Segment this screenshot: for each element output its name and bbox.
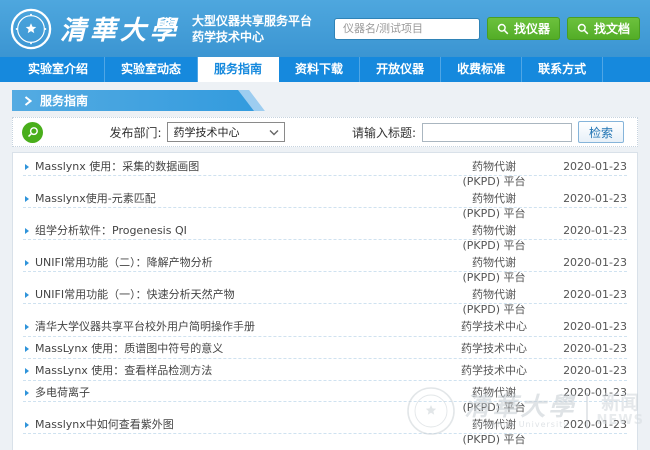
row-bullet-icon xyxy=(25,422,29,428)
article-date: 2020-01-23 xyxy=(545,156,629,177)
row-bullet-icon xyxy=(25,346,29,352)
article-department: 药学技术中心 xyxy=(443,316,545,337)
platform-line2: 药学技术中心 xyxy=(192,29,312,45)
search-circle-icon xyxy=(22,122,43,143)
header-search: 找仪器 找文档 xyxy=(334,17,640,40)
instrument-search-input[interactable] xyxy=(334,18,480,40)
row-bullet-icon xyxy=(25,260,29,266)
row-bullet-icon xyxy=(25,390,29,396)
search-icon xyxy=(577,23,589,35)
department-select[interactable]: 药学技术中心 xyxy=(167,122,285,142)
department-filter: 发布部门: 药学技术中心 xyxy=(43,122,352,142)
title-label: 请输入标题: xyxy=(352,124,416,141)
article-department: 药物代谢(PKPD) 平台 xyxy=(443,252,545,285)
list-item: UNIFI常用功能（一）：快速分析天然产物药物代谢(PKPD) 平台2020-0… xyxy=(21,284,629,316)
article-department: 药物代谢(PKPD) 平台 xyxy=(443,188,545,221)
article-department: 药物代谢(PKPD) 平台 xyxy=(443,382,545,415)
find-instrument-button[interactable]: 找仪器 xyxy=(487,17,560,40)
article-department: 药学技术中心 xyxy=(443,360,545,381)
article-date: 2020-01-23 xyxy=(545,316,629,337)
list-item: Masslynx中如何查看紫外图药物代谢(PKPD) 平台2020-01-23 xyxy=(21,414,629,446)
article-date: 2020-01-23 xyxy=(545,414,629,435)
nav-tab[interactable]: 实验室介绍 xyxy=(12,57,105,82)
article-department: 药物代谢(PKPD) 平台 xyxy=(443,284,545,317)
main-nav: 实验室介绍实验室动态服务指南资料下载开放仪器收费标准联系方式 xyxy=(0,57,650,82)
list-item: 组学分析软件：Progenesis QI药物代谢(PKPD) 平台2020-01… xyxy=(21,220,629,252)
platform-line1: 大型仪器共享服务平台 xyxy=(192,13,312,29)
article-date: 2020-01-23 xyxy=(545,360,629,381)
find-document-label: 找文档 xyxy=(594,20,630,37)
row-bullet-icon xyxy=(25,196,29,202)
breadcrumb: 服务指南 xyxy=(12,90,268,111)
dept-label: 发布部门: xyxy=(109,124,161,141)
main-content: 服务指南 发布部门: 药学技术中心 请输入标题: 检索 Masslynx 使用：… xyxy=(0,82,650,450)
department-selected-value: 药学技术中心 xyxy=(173,124,239,140)
tsinghua-logo-icon xyxy=(10,8,52,50)
nav-tabs: 实验室介绍实验室动态服务指南资料下载开放仪器收费标准联系方式 xyxy=(0,57,650,82)
article-link[interactable]: 组学分析软件：Progenesis QI xyxy=(35,220,443,241)
nav-tab[interactable]: 服务指南 xyxy=(198,57,279,82)
article-date: 2020-01-23 xyxy=(545,220,629,241)
article-department: 药物代谢(PKPD) 平台 xyxy=(443,220,545,253)
article-link[interactable]: MassLynx 使用：质谱图中符号的意义 xyxy=(35,338,443,359)
row-bullet-icon xyxy=(25,368,29,374)
article-link[interactable]: Masslynx中如何查看紫外图 xyxy=(35,414,443,435)
site-header: 清華大學 大型仪器共享服务平台 药学技术中心 找仪器 找文档 xyxy=(0,0,650,57)
list-item: UNIFI常用功能（二）：降解产物分析药物代谢(PKPD) 平台2020-01-… xyxy=(21,252,629,284)
nav-tab[interactable]: 收费标准 xyxy=(441,57,522,82)
search-icon xyxy=(497,23,509,35)
article-department: 药学技术中心 xyxy=(443,338,545,359)
article-date: 2020-01-23 xyxy=(545,338,629,359)
university-name: 清華大學 xyxy=(60,10,180,47)
nav-tab[interactable]: 实验室动态 xyxy=(105,57,198,82)
article-link[interactable]: 有机质谱中同位素峰强度比的计算方法 xyxy=(35,446,443,450)
article-date: 2020-01-23 xyxy=(545,252,629,273)
row-bullet-icon xyxy=(25,292,29,298)
title-filter: 请输入标题: 检索 xyxy=(352,121,624,143)
article-department: 药物代谢(PKPD) 平台 xyxy=(443,446,545,450)
row-bullet-icon xyxy=(25,324,29,330)
title-input[interactable] xyxy=(422,123,572,142)
article-link[interactable]: Masslynx使用-元素匹配 xyxy=(35,188,443,209)
article-date: 2020-01-23 xyxy=(545,188,629,209)
nav-tab[interactable]: 联系方式 xyxy=(522,57,603,82)
list-item: MassLynx 使用：查看样品检测方法药学技术中心2020-01-23 xyxy=(21,360,629,382)
article-link[interactable]: UNIFI常用功能（一）：快速分析天然产物 xyxy=(35,284,443,305)
article-link[interactable]: 清华大学仪器共享平台校外用户简明操作手册 xyxy=(35,316,443,337)
row-bullet-icon xyxy=(25,164,29,170)
article-department: 药物代谢(PKPD) 平台 xyxy=(443,156,545,189)
list-item: 多电荷离子药物代谢(PKPD) 平台2020-01-23 xyxy=(21,382,629,414)
platform-title: 大型仪器共享服务平台 药学技术中心 xyxy=(192,13,312,45)
list-item: 清华大学仪器共享平台校外用户简明操作手册药学技术中心2020-01-23 xyxy=(21,316,629,338)
nav-tab[interactable]: 资料下载 xyxy=(279,57,360,82)
breadcrumb-current[interactable]: 服务指南 xyxy=(12,90,254,111)
search-button[interactable]: 检索 xyxy=(578,121,624,143)
article-link[interactable]: UNIFI常用功能（二）：降解产物分析 xyxy=(35,252,443,273)
article-date: 2020-01-23 xyxy=(545,446,629,450)
list-item: Masslynx 使用：采集的数据画图药物代谢(PKPD) 平台2020-01-… xyxy=(21,156,629,188)
chevron-right-icon xyxy=(24,96,32,106)
list-item: MassLynx 使用：质谱图中符号的意义药学技术中心2020-01-23 xyxy=(21,338,629,360)
breadcrumb-label: 服务指南 xyxy=(40,92,88,109)
article-date: 2020-01-23 xyxy=(545,382,629,403)
page-root: 清華大學 大型仪器共享服务平台 药学技术中心 找仪器 找文档 实验室介绍实验室动… xyxy=(0,0,650,450)
nav-tab[interactable]: 开放仪器 xyxy=(360,57,441,82)
article-date: 2020-01-23 xyxy=(545,284,629,305)
article-link[interactable]: Masslynx 使用：采集的数据画图 xyxy=(35,156,443,177)
article-link[interactable]: MassLynx 使用：查看样品检测方法 xyxy=(35,360,443,381)
filter-panel: 发布部门: 药学技术中心 请输入标题: 检索 xyxy=(12,117,638,147)
article-list: Masslynx 使用：采集的数据画图药物代谢(PKPD) 平台2020-01-… xyxy=(12,152,638,450)
row-bullet-icon xyxy=(25,228,29,234)
list-item: Masslynx使用-元素匹配药物代谢(PKPD) 平台2020-01-23 xyxy=(21,188,629,220)
find-document-button[interactable]: 找文档 xyxy=(567,17,640,40)
logo-link[interactable]: 清華大學 大型仪器共享服务平台 药学技术中心 xyxy=(10,8,312,50)
find-instrument-label: 找仪器 xyxy=(514,20,550,37)
list-item: 有机质谱中同位素峰强度比的计算方法药物代谢(PKPD) 平台2020-01-23 xyxy=(21,446,629,450)
article-link[interactable]: 多电荷离子 xyxy=(35,382,443,403)
article-department: 药物代谢(PKPD) 平台 xyxy=(443,414,545,447)
chevron-down-icon xyxy=(269,129,279,136)
